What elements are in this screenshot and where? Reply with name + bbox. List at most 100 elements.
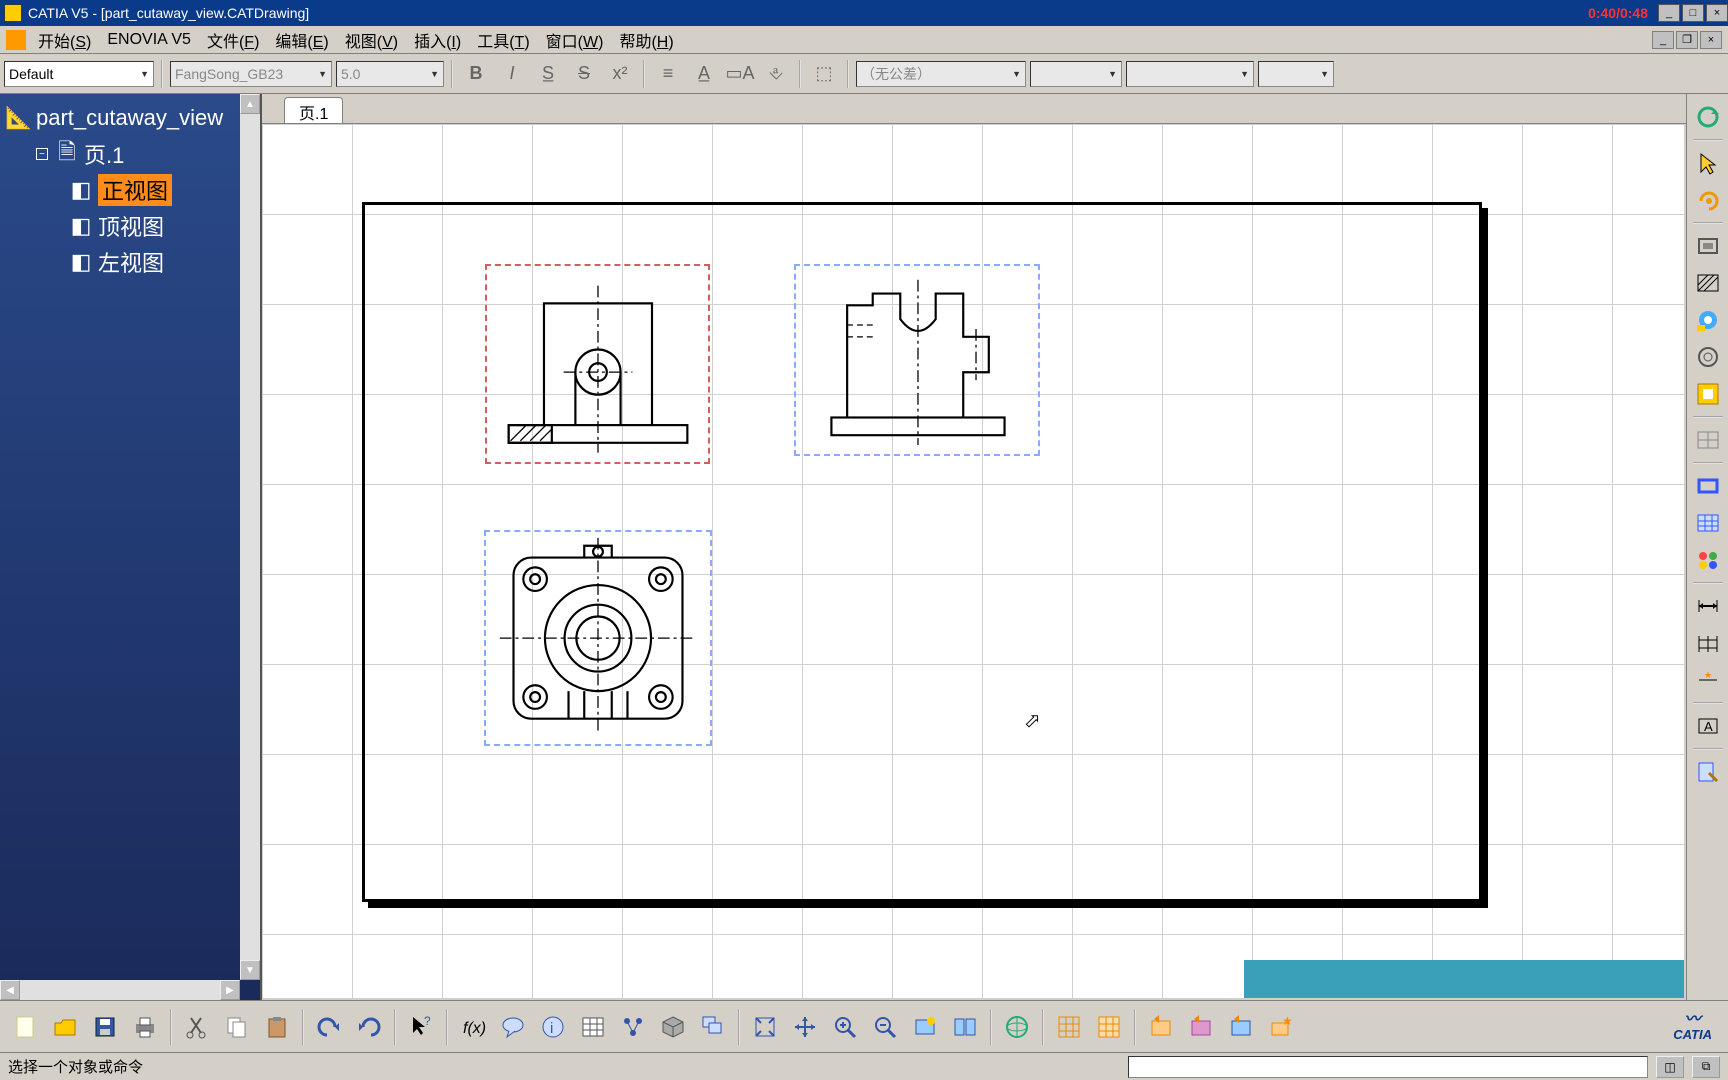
sketch-blue-button[interactable]	[1222, 1008, 1260, 1046]
menu-tools[interactable]: 工具(T)	[469, 26, 537, 54]
view-frame-top[interactable]	[484, 530, 712, 746]
strike-button[interactable]: S	[568, 59, 600, 89]
sketch-orange-button[interactable]	[1142, 1008, 1180, 1046]
tol-value3-combo[interactable]: ▼	[1258, 61, 1334, 87]
copy-button[interactable]	[218, 1008, 256, 1046]
mdi-restore-button[interactable]: ❐	[1676, 31, 1698, 49]
gear-outline-button[interactable]	[1691, 340, 1725, 374]
rotate-button[interactable]	[1691, 183, 1725, 217]
menu-insert[interactable]: 插入(I)	[406, 26, 469, 54]
mdi-minimize-button[interactable]: _	[1652, 31, 1674, 49]
table-grid-button[interactable]	[1691, 506, 1725, 540]
tree-vscrollbar[interactable]: ▲ ▼	[240, 94, 260, 980]
auto-dim-button[interactable]: ★	[1691, 663, 1725, 697]
scroll-left-icon[interactable]: ◀	[0, 980, 20, 1000]
grid-orange1-button[interactable]	[1050, 1008, 1088, 1046]
hatch-button[interactable]	[1691, 266, 1725, 300]
cascade-button[interactable]	[694, 1008, 732, 1046]
save-button[interactable]	[86, 1008, 124, 1046]
grid-orange2-button[interactable]	[1090, 1008, 1128, 1046]
fit-all-button[interactable]	[746, 1008, 784, 1046]
command-input[interactable]	[1128, 1056, 1648, 1078]
minimize-button[interactable]: _	[1658, 4, 1680, 22]
sketch-purple-button[interactable]	[1182, 1008, 1220, 1046]
menu-help[interactable]: 帮助(H)	[611, 26, 681, 54]
menu-view[interactable]: 视图(V)	[337, 26, 406, 54]
menu-enovia[interactable]: ENOVIA V5	[99, 29, 199, 51]
view-frame-button[interactable]	[1691, 229, 1725, 263]
pan-button[interactable]	[786, 1008, 824, 1046]
tree-view-left[interactable]: ◧ 左视图	[4, 244, 256, 280]
redo-button[interactable]	[350, 1008, 388, 1046]
maximize-button[interactable]: □	[1682, 4, 1704, 22]
zoom-in-button[interactable]	[826, 1008, 864, 1046]
select-button[interactable]	[1691, 146, 1725, 180]
dimension-attr-button[interactable]: ⬚	[808, 59, 840, 89]
tol-value1-combo[interactable]: ▼	[1030, 61, 1122, 87]
zoom-out-button[interactable]	[866, 1008, 904, 1046]
chain-dim-button[interactable]	[1691, 626, 1725, 660]
view-frame-front[interactable]	[485, 264, 710, 464]
frame-button[interactable]: ▭A	[724, 59, 756, 89]
view-frame-side[interactable]	[794, 264, 1040, 456]
anchor-button[interactable]: A̲	[688, 59, 720, 89]
paste-button[interactable]	[258, 1008, 296, 1046]
superscript-button[interactable]: x²	[604, 59, 636, 89]
cut-button[interactable]	[178, 1008, 216, 1046]
close-button[interactable]: ×	[1706, 4, 1728, 22]
edit-sheet-button[interactable]	[1691, 755, 1725, 789]
tolerance-combo[interactable]: （无公差）▼	[856, 61, 1026, 87]
menu-edit[interactable]: 编辑(E)	[267, 26, 336, 54]
style-combo[interactable]: Default▼	[4, 61, 154, 87]
tree-view-front[interactable]: ◧ 正视图	[4, 172, 256, 208]
web-button[interactable]	[998, 1008, 1036, 1046]
spreadsheet-button[interactable]	[574, 1008, 612, 1046]
dimension-button[interactable]	[1691, 589, 1725, 623]
package-button[interactable]	[654, 1008, 692, 1046]
mdi-close-button[interactable]: ×	[1700, 31, 1722, 49]
tree-view-top[interactable]: ◧ 顶视图	[4, 208, 256, 244]
multi-view-button[interactable]	[946, 1008, 984, 1046]
menu-window[interactable]: 窗口(W)	[538, 26, 612, 54]
blue-rect-button[interactable]	[1691, 469, 1725, 503]
gear-color-button[interactable]	[1691, 303, 1725, 337]
scroll-right-icon[interactable]: ▶	[220, 980, 240, 1000]
info-button[interactable]: i	[534, 1008, 572, 1046]
underline-button[interactable]: S̲	[532, 59, 564, 89]
insert-symbol-button[interactable]: ⎀	[760, 59, 792, 89]
italic-button[interactable]: I	[496, 59, 528, 89]
menu-start[interactable]: 开始(S)	[30, 26, 99, 54]
help-pointer-button[interactable]: ?	[402, 1008, 440, 1046]
bold-button[interactable]: B	[460, 59, 492, 89]
font-size-combo[interactable]: 5.0▼	[336, 61, 444, 87]
normal-view-button[interactable]	[906, 1008, 944, 1046]
print-button[interactable]	[126, 1008, 164, 1046]
fx-button[interactable]: f(x)	[454, 1008, 492, 1046]
undo-button[interactable]	[310, 1008, 348, 1046]
symbols-button[interactable]	[1691, 543, 1725, 577]
tree-sheet[interactable]: − 🗎 页.1	[4, 136, 256, 172]
update-button[interactable]	[1691, 100, 1725, 134]
align-button[interactable]: ≡	[652, 59, 684, 89]
tree-root[interactable]: 📐 part_cutaway_view	[4, 100, 256, 136]
projection-button[interactable]	[1691, 377, 1725, 411]
sketch-star-button[interactable]: ★	[1262, 1008, 1300, 1046]
new-button[interactable]	[6, 1008, 44, 1046]
tree-hscrollbar[interactable]: ◀ ▶	[0, 980, 240, 1000]
tree-link-button[interactable]	[614, 1008, 652, 1046]
grid-display-button[interactable]	[1691, 423, 1725, 457]
drawing-canvas[interactable]: ⬀	[262, 124, 1684, 998]
status-btn-1[interactable]: ◫	[1656, 1056, 1684, 1078]
menu-file[interactable]: 文件(F)	[199, 26, 267, 54]
comment-button[interactable]	[494, 1008, 532, 1046]
open-button[interactable]	[46, 1008, 84, 1046]
scroll-down-icon[interactable]: ▼	[240, 960, 260, 980]
font-combo[interactable]: FangSong_GB23▼	[170, 61, 332, 87]
tol-value2-combo[interactable]: ▼	[1126, 61, 1254, 87]
tab-sheet1[interactable]: 页.1	[284, 97, 343, 123]
specification-tree[interactable]: 📐 part_cutaway_view − 🗎 页.1 ◧ 正视图 ◧ 顶视图 …	[0, 94, 262, 1000]
collapse-icon[interactable]: −	[36, 148, 48, 160]
status-btn-2[interactable]: ⧉	[1692, 1056, 1720, 1078]
text-box-button[interactable]: A	[1691, 709, 1725, 743]
scroll-up-icon[interactable]: ▲	[240, 94, 260, 114]
